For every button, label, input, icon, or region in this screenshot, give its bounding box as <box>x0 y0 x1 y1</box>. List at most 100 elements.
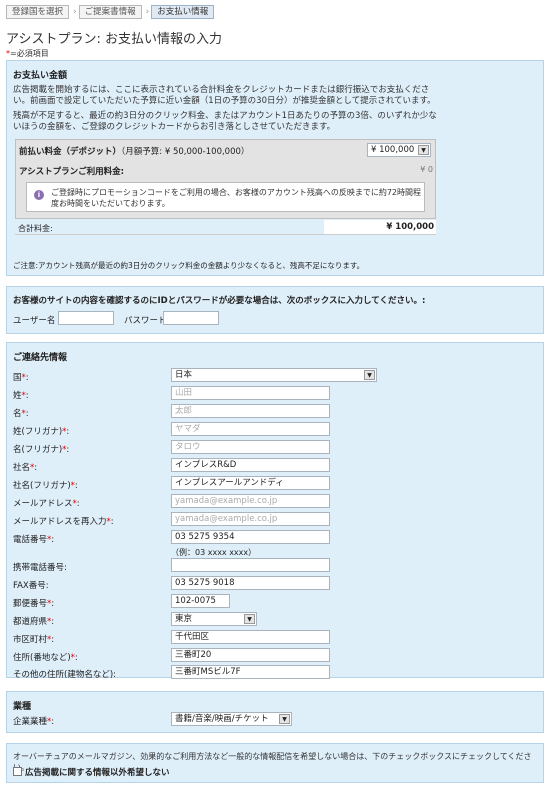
required-mark: * <box>21 373 26 383</box>
required-mark: * <box>21 409 26 419</box>
username-label: ユーザー名 <box>13 316 56 326</box>
breadcrumb-step-payment: お支払い情報 <box>151 4 215 19</box>
payment-heading: お支払い金額 <box>13 71 68 81</box>
prefecture-label: 都道府県*: <box>13 617 55 627</box>
balance-note-text: アカウント残高が最近の約3日分のクリック料金の金額より少なくなると、残高不足にな… <box>38 261 365 270</box>
fax-label-text: FAX番号 <box>13 581 46 591</box>
required-mark: * <box>106 517 111 527</box>
username-input[interactable] <box>58 311 114 325</box>
info-icon: i <box>34 190 44 200</box>
required-note-text: =必須項目 <box>10 49 49 58</box>
payment-panel: お支払い金額 広告掲載を開始するには、ここに表示されている合計料金をクレジットカ… <box>6 60 544 276</box>
address2-label-text: その他の住所(建物名など) <box>13 670 114 680</box>
prefecture-value: 東京 <box>175 614 193 624</box>
email-label: メールアドレス*: <box>13 499 80 509</box>
phone-input[interactable]: 03 5275 9354 <box>171 530 330 544</box>
last-name-input[interactable]: 山田 <box>171 386 330 400</box>
company-input[interactable]: インプレスR&D <box>171 458 330 472</box>
newsletter-opt-out-checkbox[interactable] <box>13 767 22 776</box>
last-name-kana-input[interactable]: ヤマダ <box>171 422 330 436</box>
newsletter-opt-out-label[interactable]: 広告掲載に関する情報以外希望しない <box>25 766 170 778</box>
required-mark: * <box>30 463 35 473</box>
mobile-input[interactable] <box>171 558 330 572</box>
mobile-label: 携帯電話番号: <box>13 563 67 573</box>
prepay-amount-select[interactable]: ¥ 100,000 ▼ <box>367 143 431 157</box>
required-mark: * <box>21 391 26 401</box>
email-confirm-input[interactable]: yamada@example.co.jp <box>171 512 330 526</box>
industry-label: 企業業種*: <box>13 717 55 727</box>
required-note: *=必須項目 <box>6 48 49 59</box>
site-auth-heading: お客様のサイトの内容を確認するのにIDとパスワードが必要な場合は、次のボックスに… <box>13 296 426 306</box>
first-name-kana-input[interactable]: タロウ <box>171 440 330 454</box>
required-mark: * <box>47 599 52 609</box>
balance-note-prefix: ご注意: <box>13 261 39 270</box>
address2-input[interactable]: 三番町MSビル7F <box>171 665 330 679</box>
breadcrumb: 登録国を選択 › ご提案書情報 › お支払い情報 <box>6 4 216 19</box>
last-name-label: 姓*: <box>13 391 29 401</box>
usage-label: アシストプランご利用料金: <box>19 167 125 177</box>
chevron-down-icon: ▼ <box>244 614 255 624</box>
chevron-down-icon: ▼ <box>364 370 375 380</box>
payment-description-2: 残高が不足すると、最近の約3日分のクリック料金、またはアカウント1日あたりの予算… <box>13 111 437 132</box>
total-label: 合計料金: <box>18 224 53 233</box>
required-mark: * <box>62 445 67 455</box>
chevron-down-icon: ▼ <box>279 714 290 724</box>
address-input[interactable]: 三番町20 <box>171 648 330 662</box>
industry-select[interactable]: 書籍/音楽/映画/チケット ▼ <box>171 712 292 726</box>
phone-hint: （例：03 xxxx xxxx） <box>171 548 257 557</box>
phone-label: 電話番号*: <box>13 535 55 545</box>
breadcrumb-step-proposal[interactable]: ご提案書情報 <box>78 4 142 19</box>
fax-input[interactable]: 03 5275 9018 <box>171 576 330 590</box>
prepay-label: 前払い料金（デポジット） <box>19 147 122 157</box>
prepay-amount-value: ¥ 100,000 <box>371 145 415 155</box>
contact-panel: ご連絡先情報 国*: 日本 ▼ 姓*: 山田 名*: 太郎 姓(フリガナ)*: ヤ… <box>6 342 544 680</box>
email-label-text: メールアドレス <box>13 499 73 509</box>
last-name-kana-label-text: 姓(フリガナ) <box>13 427 63 437</box>
required-mark: * <box>62 427 67 437</box>
chevron-right-icon: › <box>145 6 150 17</box>
industry-heading: 業種 <box>13 702 32 712</box>
required-mark: * <box>70 481 75 491</box>
promo-info-box: i ご登録時にプロモーションコードをご利用の場合、お客様のアカウント残高への反映… <box>26 182 425 212</box>
industry-label-text: 企業業種 <box>13 717 48 727</box>
address-label-text: 住所(番地など) <box>13 653 71 663</box>
first-name-kana-label-text: 名(フリガナ) <box>13 445 63 455</box>
industry-value: 書籍/音楽/映画/チケット <box>175 714 269 724</box>
country-select[interactable]: 日本 ▼ <box>171 368 377 382</box>
country-label-text: 国 <box>13 373 22 383</box>
prefecture-select[interactable]: 東京 ▼ <box>171 612 257 626</box>
country-value: 日本 <box>175 370 193 380</box>
required-mark: * <box>70 653 75 663</box>
required-mark: * <box>47 717 52 727</box>
email-input[interactable]: yamada@example.co.jp <box>171 494 330 508</box>
company-kana-label: 社名(フリガナ)*: <box>13 481 78 491</box>
company-label-text: 社名 <box>13 463 31 473</box>
first-name-kana-label: 名(フリガナ)*: <box>13 445 70 455</box>
usage-value: ¥ 0 <box>420 165 433 174</box>
zip-input[interactable]: 102-0075 <box>171 594 230 608</box>
breadcrumb-step-country[interactable]: 登録国を選択 <box>6 4 70 19</box>
newsletter-panel: オーバーチュアのメールマガジン、効果的なご利用方法など一般的な情報配信を希望しな… <box>6 743 544 783</box>
page-title: アシストプラン: お支払い情報の入力 <box>6 32 222 47</box>
email-confirm-label: メールアドレスを再入力*: <box>13 517 114 527</box>
city-input[interactable]: 千代田区 <box>171 630 330 644</box>
last-name-kana-label: 姓(フリガナ)*: <box>13 427 70 437</box>
balance-note: ご注意:アカウント残高が最近の約3日分のクリック料金の金額より少なくなると、残高… <box>13 260 364 271</box>
required-mark: * <box>47 535 52 545</box>
required-mark: * <box>72 499 77 509</box>
first-name-input[interactable]: 太郎 <box>171 404 330 418</box>
email-confirm-label-text: メールアドレスを再入力 <box>13 517 107 527</box>
payment-summary: 前払い料金（デポジット）（月額予算: ¥ 50,000-100,000） ¥ 1… <box>15 139 436 219</box>
fax-label: FAX番号: <box>13 581 49 591</box>
first-name-label: 名*: <box>13 409 29 419</box>
contact-heading: ご連絡先情報 <box>13 353 68 363</box>
mobile-label-text: 携帯電話番号 <box>13 563 65 573</box>
company-kana-label-text: 社名(フリガナ) <box>13 481 71 491</box>
chevron-down-icon: ▼ <box>418 145 429 155</box>
prepay-budget: （月額予算: ¥ 50,000-100,000） <box>121 147 250 157</box>
required-mark: * <box>47 635 52 645</box>
address-label: 住所(番地など)*: <box>13 653 78 663</box>
password-input[interactable] <box>163 311 219 325</box>
company-kana-input[interactable]: インプレスアールアンドディ <box>171 476 330 490</box>
company-label: 社名*: <box>13 463 38 473</box>
